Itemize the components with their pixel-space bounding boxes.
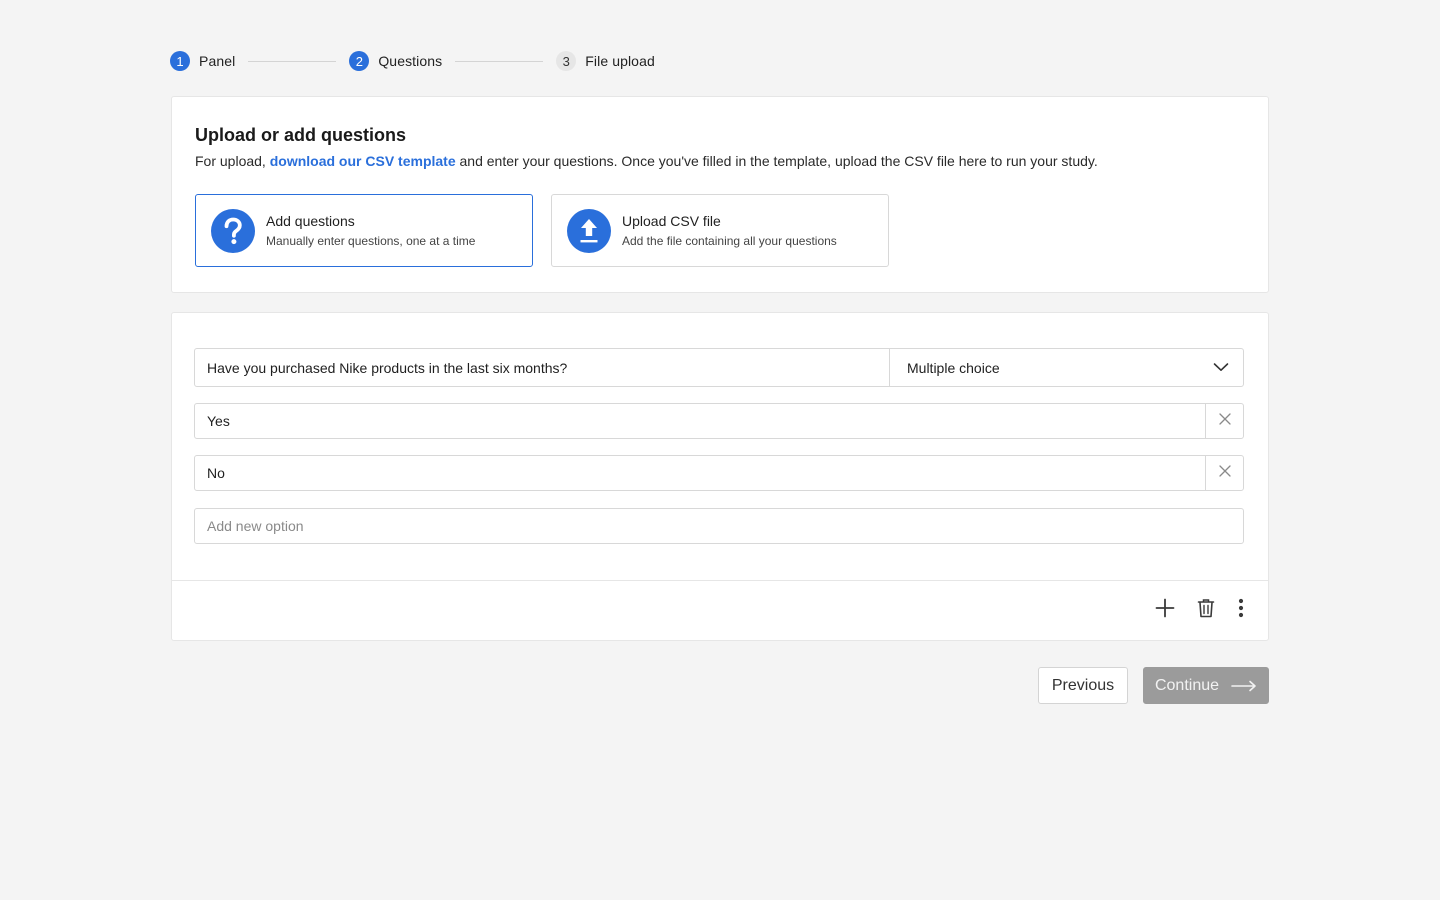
answer-option-row [194, 403, 1244, 439]
step-label: Panel [199, 53, 236, 69]
step-connector [248, 60, 337, 62]
continue-button[interactable]: Continue [1143, 667, 1269, 704]
option-subtitle: Manually enter questions, one at a time [266, 234, 476, 248]
trash-icon [1197, 598, 1215, 623]
upload-icon [567, 209, 611, 253]
progress-stepper: 1 Panel 2 Questions 3 File upload [170, 50, 655, 72]
step-number: 1 [170, 51, 190, 71]
close-icon [1218, 412, 1231, 430]
step-file-upload[interactable]: 3 File upload [556, 51, 655, 71]
csv-template-link[interactable]: download our CSV template [270, 153, 456, 169]
upload-csv-option[interactable]: Upload CSV file Add the file containing … [551, 194, 889, 267]
close-icon [1218, 464, 1231, 482]
option-title: Upload CSV file [622, 213, 721, 229]
add-question-button[interactable] [1153, 598, 1177, 622]
remove-option-button[interactable] [1205, 404, 1243, 438]
question-text-input[interactable] [195, 349, 889, 386]
continue-label: Continue [1154, 676, 1220, 694]
question-editor-card: Multiple choice [171, 312, 1269, 641]
step-number: 3 [556, 51, 577, 71]
card-divider [172, 580, 1268, 581]
step-connector [455, 60, 544, 62]
description-suffix: and enter your questions. Once you've fi… [455, 153, 1098, 169]
answer-option-row [194, 455, 1244, 491]
more-vertical-icon [1238, 598, 1244, 623]
previous-button[interactable]: Previous [1038, 667, 1128, 704]
answer-option-input[interactable] [195, 456, 1205, 490]
answer-option-input[interactable] [195, 404, 1205, 438]
option-subtitle: Add the file containing all your questio… [622, 234, 837, 248]
step-label: Questions [378, 53, 443, 69]
question-row: Multiple choice [194, 348, 1244, 387]
card-title: Upload or add questions [195, 125, 407, 145]
question-type-value: Multiple choice [907, 359, 1000, 376]
option-title: Add questions [266, 213, 355, 229]
add-questions-option[interactable]: Add questions Manually enter questions, … [195, 194, 533, 267]
card-description: For upload, download our CSV template an… [195, 153, 1098, 169]
add-new-option-input[interactable] [194, 508, 1244, 544]
step-questions[interactable]: 2 Questions [349, 51, 442, 71]
delete-question-button[interactable] [1194, 598, 1218, 622]
step-label: File upload [585, 53, 655, 69]
question-type-select[interactable]: Multiple choice [889, 349, 1243, 386]
step-number: 2 [349, 51, 370, 71]
chevron-down-icon [1213, 359, 1229, 377]
arrow-right-icon [1231, 680, 1257, 692]
plus-icon [1155, 598, 1175, 623]
remove-option-button[interactable] [1205, 456, 1243, 490]
step-panel[interactable]: 1 Panel [170, 51, 235, 71]
question-mark-icon [211, 209, 255, 253]
description-prefix: For upload, [195, 153, 270, 169]
more-options-button[interactable] [1229, 598, 1253, 622]
upload-options-card: Upload or add questions For upload, down… [171, 96, 1269, 293]
